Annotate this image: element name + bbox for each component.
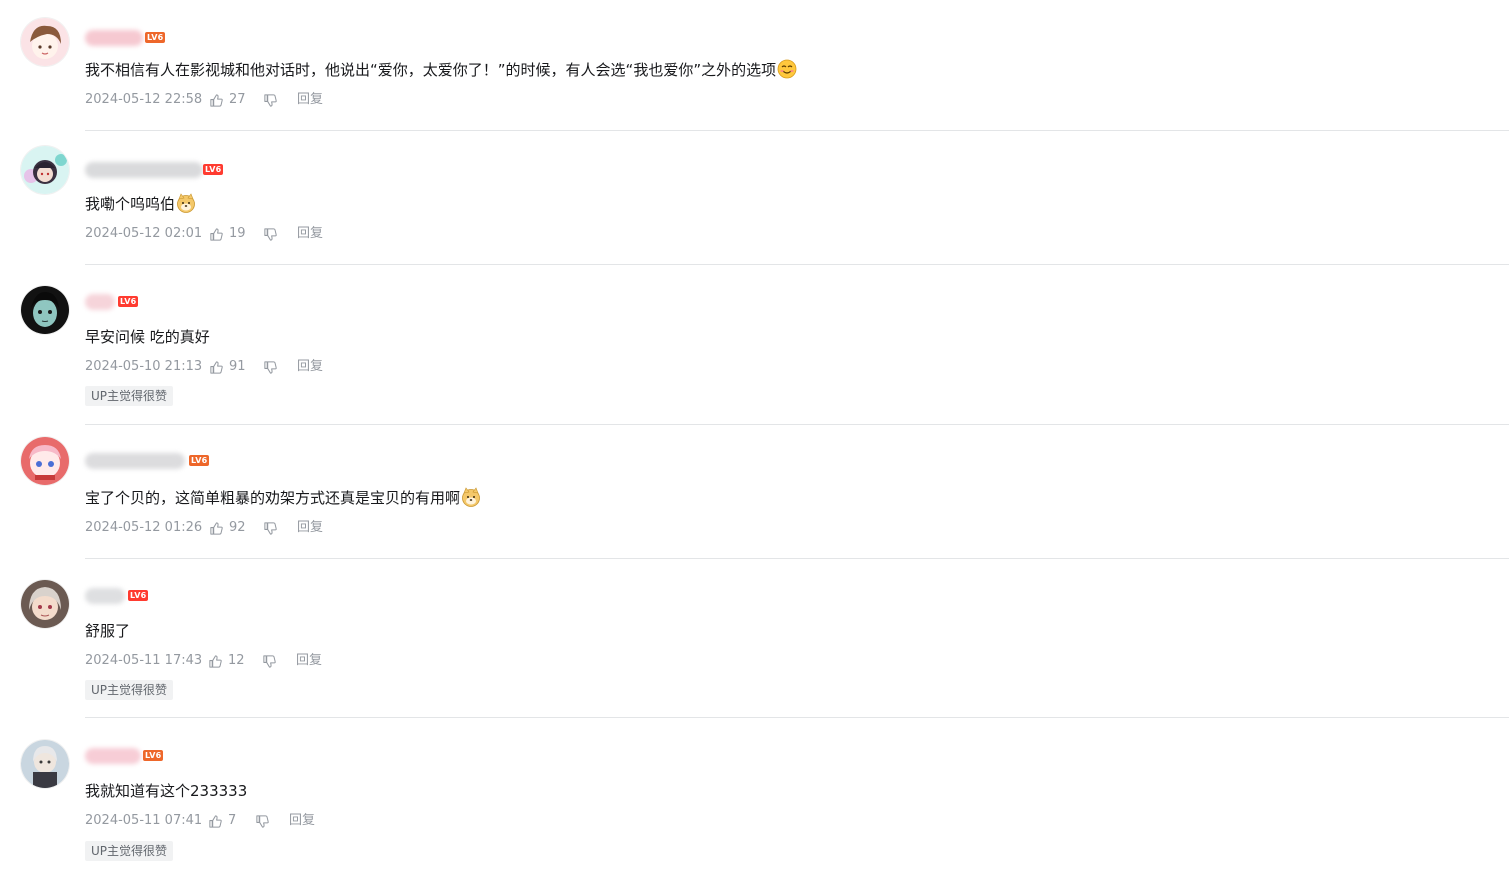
comment-time: 2024-05-12 22:58 bbox=[85, 92, 203, 107]
dislike-button[interactable] bbox=[263, 519, 278, 537]
comment-text: 我不相信有人在影视城和他对话时，他说出“爱你，太爱你了！”的时候，有人会选“我也… bbox=[85, 59, 797, 81]
like-count: 12 bbox=[228, 653, 245, 668]
comment-body: 舒服了 bbox=[85, 622, 131, 640]
level-badge: LV6 bbox=[189, 455, 210, 466]
username[interactable] bbox=[85, 162, 203, 178]
like-count: 92 bbox=[229, 520, 246, 535]
comment-time: 2024-05-10 21:13 bbox=[85, 359, 203, 374]
avatar[interactable] bbox=[21, 146, 69, 194]
username[interactable] bbox=[85, 588, 125, 604]
like-count: 91 bbox=[229, 359, 246, 374]
level-badge: LV6 bbox=[145, 32, 166, 43]
reply-button[interactable]: 回复 bbox=[297, 91, 323, 109]
username[interactable] bbox=[85, 453, 185, 469]
thumbs-up-icon bbox=[210, 522, 223, 535]
dislike-button[interactable] bbox=[263, 91, 278, 109]
divider bbox=[85, 558, 1509, 559]
level-badge: LV6 bbox=[128, 590, 149, 601]
avatar[interactable] bbox=[21, 740, 69, 788]
thumbs-up-icon bbox=[210, 228, 223, 241]
avatar[interactable] bbox=[21, 18, 69, 66]
shy-smile-emote bbox=[777, 59, 797, 79]
up-liked-tag: UP主觉得很赞 bbox=[85, 680, 174, 700]
avatar[interactable] bbox=[21, 437, 69, 485]
up-liked-tag: UP主觉得很赞 bbox=[85, 386, 174, 406]
divider bbox=[85, 130, 1509, 131]
thumbs-down-icon bbox=[264, 228, 277, 241]
doge-emote bbox=[176, 193, 196, 213]
thumbs-up-icon bbox=[209, 655, 222, 668]
dislike-button[interactable] bbox=[255, 812, 270, 830]
like-count: 27 bbox=[229, 92, 246, 107]
thumbs-down-icon bbox=[264, 522, 277, 535]
dislike-button[interactable] bbox=[263, 225, 278, 243]
comment-text: 舒服了 bbox=[85, 620, 130, 642]
level-badge: LV6 bbox=[118, 296, 139, 307]
comment-list: LV6 我不相信有人在影视城和他对话时，他说出“爱你，太爱你了！”的时候，有人会… bbox=[0, 0, 1509, 871]
thumbs-down-icon bbox=[264, 361, 277, 374]
like-count: 7 bbox=[228, 813, 237, 828]
comment-text: 宝了个贝的，这简单粗暴的劝架方式还真是宝贝的有用啊 bbox=[85, 487, 481, 509]
comment-body: 我嘞个呜呜伯 bbox=[85, 195, 176, 213]
avatar[interactable] bbox=[21, 580, 69, 628]
dislike-button[interactable] bbox=[262, 652, 277, 670]
comment-body: 我不相信有人在影视城和他对话时，他说出“爱你，太爱你了！”的时候，有人会选“我也… bbox=[85, 61, 777, 79]
thumbs-down-icon bbox=[256, 815, 269, 828]
comment-time: 2024-05-12 01:26 bbox=[85, 520, 203, 535]
avatar[interactable] bbox=[21, 286, 69, 334]
comment-time: 2024-05-11 17:43 bbox=[85, 653, 203, 668]
comment-body: 我就知道有这个233333 bbox=[85, 782, 248, 800]
level-badge: LV6 bbox=[143, 750, 164, 761]
reply-button[interactable]: 回复 bbox=[296, 652, 322, 670]
comment-body: 早安问候 吃的真好 bbox=[85, 328, 210, 346]
like-count: 19 bbox=[229, 226, 246, 241]
level-badge: LV6 bbox=[203, 164, 224, 175]
username[interactable] bbox=[85, 294, 115, 310]
reply-button[interactable]: 回复 bbox=[289, 812, 315, 830]
thumbs-up-icon bbox=[209, 815, 222, 828]
username[interactable] bbox=[85, 30, 143, 46]
divider bbox=[85, 424, 1509, 425]
username[interactable] bbox=[85, 748, 141, 764]
thumbs-down-icon bbox=[263, 655, 276, 668]
comment-body: 宝了个贝的，这简单粗暴的劝架方式还真是宝贝的有用啊 bbox=[85, 489, 461, 507]
comment-text: 我就知道有这个233333 bbox=[85, 780, 247, 802]
thumbs-down-icon bbox=[264, 94, 277, 107]
thumbs-up-icon bbox=[210, 94, 223, 107]
divider bbox=[85, 717, 1509, 718]
reply-button[interactable]: 回复 bbox=[297, 225, 323, 243]
reply-button[interactable]: 回复 bbox=[297, 358, 323, 376]
comment-text: 我嘞个呜呜伯 bbox=[85, 193, 196, 215]
thumbs-up-icon bbox=[210, 361, 223, 374]
comment-text: 早安问候 吃的真好 bbox=[85, 326, 210, 348]
divider bbox=[85, 264, 1509, 265]
dislike-button[interactable] bbox=[263, 358, 278, 376]
doge-emote bbox=[461, 487, 481, 507]
comment-time: 2024-05-11 07:41 bbox=[85, 813, 203, 828]
comment-time: 2024-05-12 02:01 bbox=[85, 226, 203, 241]
reply-button[interactable]: 回复 bbox=[297, 519, 323, 537]
up-liked-tag: UP主觉得很赞 bbox=[85, 841, 174, 861]
